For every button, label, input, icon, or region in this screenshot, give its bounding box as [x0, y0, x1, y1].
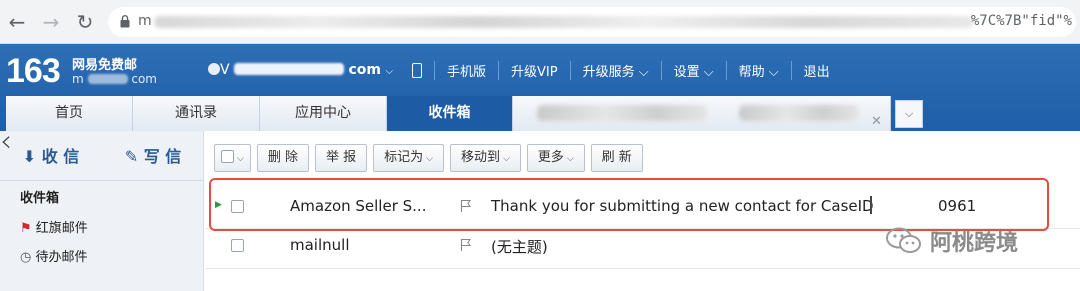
- red-flag-icon: ⚑: [20, 221, 32, 236]
- email-sender: mailnull: [290, 236, 350, 254]
- sidebar-item-flagged[interactable]: ⚑ 红旗邮件: [20, 217, 88, 236]
- watermark-text: 阿桃跨境: [930, 231, 1019, 256]
- watermark: 阿桃跨境: [886, 226, 1018, 256]
- forward-icon[interactable]: →: [38, 9, 64, 35]
- chevron-left-icon[interactable]: ‹: [0, 124, 12, 159]
- avatar: [208, 63, 220, 75]
- close-icon[interactable]: ✕: [871, 104, 882, 139]
- account-dropdown[interactable]: V com ⌵: [208, 62, 393, 78]
- nav-mobile[interactable]: 手机版: [434, 60, 498, 80]
- url-redacted: [154, 16, 974, 28]
- receive-icon: ⬇: [22, 147, 37, 166]
- receive-button[interactable]: ⬇ 收 信: [0, 141, 102, 173]
- nav-upgrade-service[interactable]: 升级服务 ⌵: [569, 60, 661, 80]
- address-bar[interactable]: m %7C%7B"fid"%: [108, 7, 1076, 37]
- tab-title-redacted: [537, 105, 707, 121]
- tab-title-redacted: [739, 105, 859, 121]
- row-checkbox[interactable]: [231, 239, 244, 252]
- top-nav: 手机版 升级VIP 升级服务 ⌵ 设置 ⌵ 帮助 ⌵ 退出: [400, 60, 842, 80]
- divider: [206, 268, 1080, 269]
- email-subject: (无主题): [491, 238, 548, 256]
- reload-icon[interactable]: ↻: [72, 9, 98, 35]
- flag-icon[interactable]: [460, 238, 472, 252]
- tab-open-email[interactable]: ✕: [513, 96, 891, 131]
- sidebar-item-inbox[interactable]: 收件箱: [20, 187, 59, 206]
- refresh-button[interactable]: 刷 新: [590, 144, 643, 172]
- url-tail: %7C%7B"fid"%: [970, 13, 1072, 29]
- tab-more-button[interactable]: ⌵: [895, 100, 923, 128]
- nav-upgrade-vip[interactable]: 升级VIP: [498, 60, 570, 80]
- report-button[interactable]: 举 报: [314, 144, 368, 172]
- lock-icon: [120, 15, 130, 28]
- clock-icon: ◷: [20, 250, 32, 265]
- sidebar: ⬇ 收 信 ✎ 写 信 收件箱 ⚑ 红旗邮件 ◷ 待办邮件: [0, 131, 204, 291]
- browser-toolbar: ← → ↻ m %7C%7B"fid"%: [0, 0, 1080, 44]
- mail-toolbar: ⌵ 删 除 举 报 标记为 ⌵ 移动到 ⌵ 更多 ⌵ 刷 新: [214, 144, 643, 172]
- divider: [0, 180, 204, 181]
- nav-help[interactable]: 帮助 ⌵: [725, 60, 791, 80]
- tab-home[interactable]: 首页: [6, 96, 133, 131]
- select-all-checkbox[interactable]: ⌵: [214, 144, 251, 172]
- logo-163[interactable]: 163: [6, 52, 61, 91]
- tab-inbox[interactable]: 收件箱: [387, 96, 513, 131]
- logo-account: m com: [72, 72, 157, 86]
- logo-title: 网易免费邮: [72, 58, 138, 73]
- url-prefix: m: [138, 13, 152, 29]
- back-icon[interactable]: ←: [4, 9, 30, 35]
- move-to-button[interactable]: 移动到 ⌵: [449, 144, 521, 172]
- highlight-box: [209, 178, 1049, 231]
- more-button[interactable]: 更多 ⌵: [526, 144, 585, 172]
- wechat-icon: [886, 227, 921, 253]
- mark-as-button[interactable]: 标记为 ⌵: [373, 144, 444, 172]
- nav-logout[interactable]: 退出: [790, 60, 842, 80]
- sidebar-item-todo[interactable]: ◷ 待办邮件: [20, 246, 88, 265]
- delete-button[interactable]: 删 除: [256, 144, 309, 172]
- tab-bar: 首页 通讯录 应用中心 收件箱 ✕: [6, 96, 891, 131]
- tab-app-center[interactable]: 应用中心: [260, 96, 387, 131]
- nav-settings[interactable]: 设置 ⌵: [660, 60, 726, 80]
- compose-icon: ✎: [124, 147, 139, 166]
- compose-button[interactable]: ✎ 写 信: [102, 141, 204, 173]
- phone-icon[interactable]: [412, 62, 422, 78]
- tab-contacts[interactable]: 通讯录: [133, 96, 260, 131]
